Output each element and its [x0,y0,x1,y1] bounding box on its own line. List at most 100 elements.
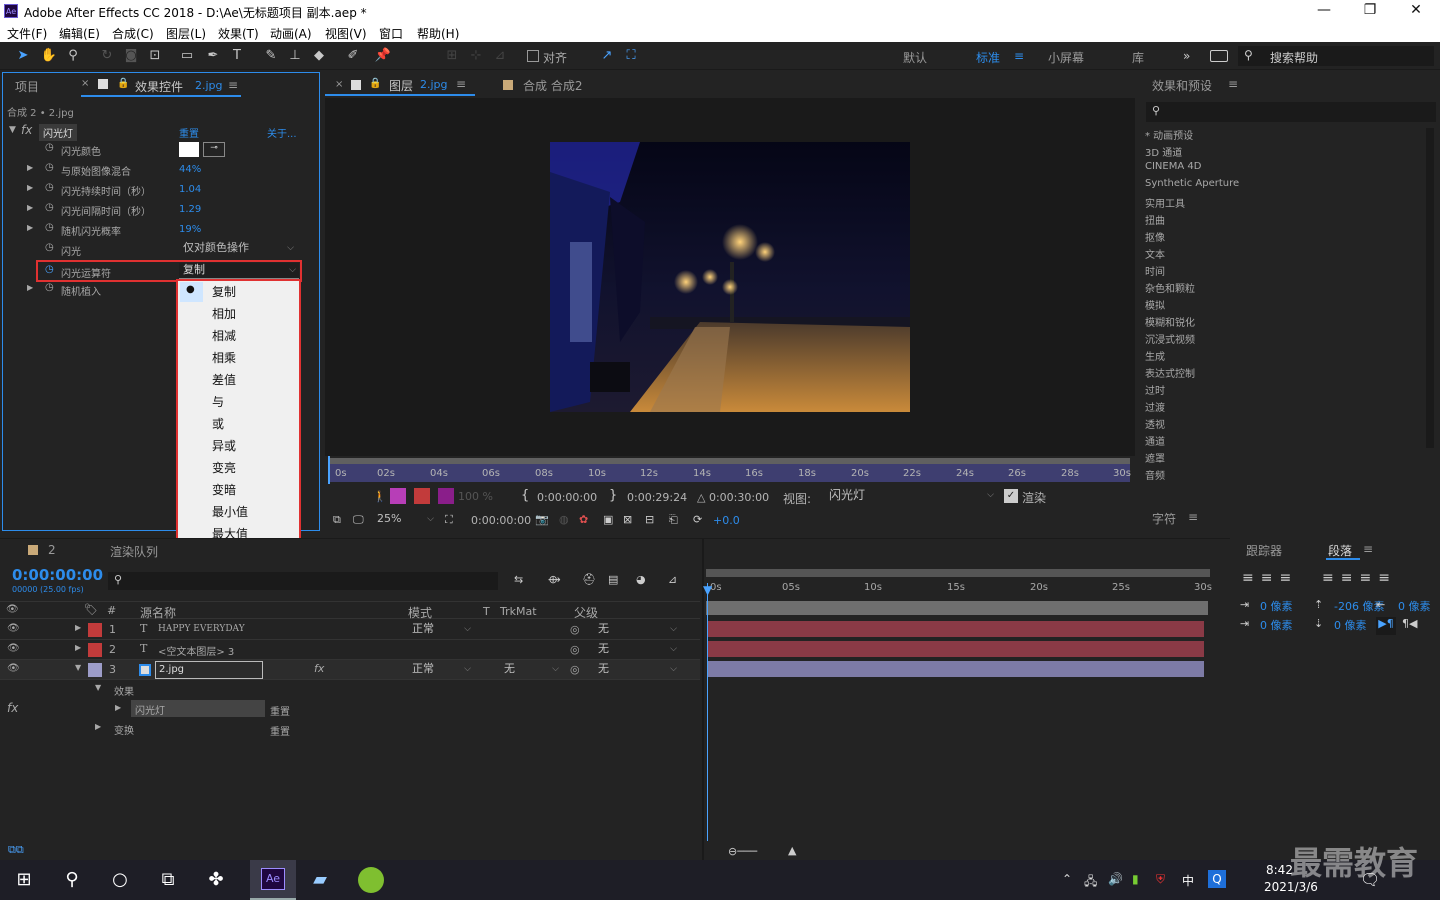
zoom-tool-icon[interactable]: ⚲ [64,47,82,65]
view-axis-icon[interactable]: ⊿ [491,47,509,65]
tab-render-queue[interactable]: 渲染队列 [110,543,158,560]
preset-item[interactable]: 扭曲 [1145,212,1165,227]
tab-layer[interactable]: 图层 [389,77,413,94]
zoom-slider[interactable]: ⊖─── [728,845,757,858]
parent-select[interactable]: 无 ⌵ [594,662,680,678]
align-buttons-icon[interactable]: ≡≡≡ [1242,570,1298,586]
prop-value[interactable]: 44% [179,164,201,175]
layer-duration-bar[interactable] [708,621,1204,637]
stopwatch-icon[interactable]: ◷ [45,202,54,213]
layer-name-edit-box[interactable]: 2.jpg [155,661,263,679]
pickwhip-icon[interactable]: ◎ [570,623,580,636]
panel-menu-icon[interactable]: ≡ [228,78,238,92]
lock-icon[interactable]: 🔒 [369,78,381,89]
dropdown-item[interactable]: 相加 [178,303,298,325]
expand-arrow-icon[interactable]: ▶ [115,703,121,712]
tab-composition[interactable]: 合成 合成2 [523,77,582,94]
fx-icon[interactable]: fx [21,123,32,137]
label-color-swatch[interactable] [88,623,102,637]
preset-item[interactable]: 通道 [1145,433,1165,448]
preset-item[interactable]: 实用工具 [1145,195,1185,210]
workspace-small-screen[interactable]: 小屏幕 [1048,49,1084,66]
tab-effect-controls[interactable]: 效果控件 [135,78,183,95]
workspace-standard[interactable]: 标准 [976,49,1000,66]
layer-name[interactable]: <空文本图层> 3 [158,643,234,658]
workspace-libraries[interactable]: 库 [1132,49,1144,66]
expand-arrow-icon[interactable]: ▼ [9,125,16,135]
layer-search-input[interactable]: ⚲ [108,572,498,590]
rotate-tool-icon[interactable]: ↻ [98,47,116,65]
transparency-grid-icon[interactable]: ⊠ [623,513,632,526]
lock-icon[interactable]: 🔒 [117,78,129,89]
ime-indicator[interactable]: 中 [1182,872,1194,889]
trkmat-select[interactable]: 无 ⌵ [500,662,562,678]
menu-help[interactable]: 帮助(H) [417,25,459,42]
dropdown-item[interactable]: 或 [178,413,298,435]
tab-paragraph[interactable]: 段落 [1328,542,1352,559]
view-select[interactable]: 闪光灯 ⌵ [825,488,997,504]
roto-brush-tool-icon[interactable]: ✐ [344,47,362,65]
in-point-time[interactable]: 0:00:00:00 [537,491,597,504]
expand-arrow-icon[interactable]: ▶ [27,183,33,192]
space-after-value[interactable]: 0 像素 [1334,617,1367,633]
preset-item[interactable]: 表达式控制 [1145,365,1195,380]
transform-row[interactable]: ▶ 变换 重置 [0,719,700,739]
melon-app-icon[interactable] [358,867,384,893]
walk-icon[interactable]: 🚶 [373,490,387,503]
expand-arrow-icon[interactable]: ▶ [27,283,33,292]
monitor-icon[interactable]: 🖵 [353,513,364,527]
close-button[interactable]: ✕ [1396,2,1436,22]
preset-item[interactable]: CINEMA 4D [1145,161,1201,172]
nvidia-icon[interactable]: ▮ [1132,872,1139,886]
menu-window[interactable]: 窗口 [379,25,403,42]
panel-menu-icon[interactable]: ≡ [1363,542,1373,556]
volume-icon[interactable]: 🔊 [1108,872,1123,886]
fx-icon[interactable]: fx [7,701,18,715]
layer-duration-bar[interactable] [708,661,1204,677]
tab-layer-file[interactable]: 2.jpg [420,78,448,91]
effect-row[interactable]: fx ▶ 闪光灯 重置 [0,699,700,719]
layer-row[interactable]: 👁 ▶ 1 T HAPPY EVERYDAY 正常 ⌵ ◎ 无 ⌵ [0,620,700,640]
eyedropper-icon[interactable]: ⊸ [203,142,225,157]
about-link[interactable]: 关于... [267,125,297,140]
reset-exposure-icon[interactable]: ⟳ [693,513,702,526]
preset-item[interactable]: 透视 [1145,416,1165,431]
set-out-point-icon[interactable]: } [609,488,617,503]
graph-editor-icon[interactable]: ⊿ [668,573,677,586]
pickwhip-icon[interactable]: ◎ [570,663,580,676]
pinwheel-app-icon[interactable]: ✤ [204,868,228,892]
reset-link[interactable]: 重置 [270,723,290,738]
pan-behind-tool-icon[interactable]: ⊡ [146,47,164,65]
maximize-button[interactable]: ❐ [1350,2,1390,22]
indent-right-value[interactable]: 0 像素 [1398,598,1431,614]
notepad-app-icon[interactable]: ▰ [308,868,332,892]
effects-search-input[interactable]: ⚲ [1146,102,1436,122]
dropdown-item[interactable]: 变亮 [178,457,298,479]
label-color-swatch[interactable] [88,663,102,677]
effect-name-box[interactable]: 闪光灯 [131,700,265,717]
mask-icon[interactable]: ⎗ [669,513,678,527]
always-preview-icon[interactable]: ⧉ [333,513,341,527]
close-tab-icon[interactable]: × [335,79,343,90]
dropdown-item[interactable]: 与 [178,391,298,413]
security-shield-icon[interactable]: ⛨ [1156,872,1165,887]
onion-skin-icon[interactable] [390,488,406,504]
indent-left-value[interactable]: 0 像素 [1260,598,1293,614]
current-time-indicator[interactable] [707,583,708,841]
stopwatch-icon[interactable]: ◷ [45,162,54,173]
tab-timeline-comp[interactable]: 2 [48,543,56,557]
clock-time[interactable]: 8:42 [1266,863,1293,877]
set-in-point-icon[interactable]: { [521,488,529,503]
prop-value[interactable]: 1.04 [179,184,201,195]
comp-mini-flowchart-icon[interactable]: ⇆ [514,573,523,586]
grid-icon[interactable]: ⊟ [645,513,654,526]
brush-tool-icon[interactable]: ✎ [262,47,280,65]
clone-stamp-tool-icon[interactable]: ⊥ [286,47,304,65]
preset-item[interactable]: * 动画预设 [1145,127,1193,142]
camera-tool-icon[interactable]: ◙ [122,47,140,65]
show-snapshot-icon[interactable]: ◍ [559,513,569,526]
visibility-eye-icon[interactable]: 👁 [7,663,20,674]
preset-item[interactable]: 音频 [1145,467,1165,482]
rtl-direction-icon[interactable]: ¶◀ [1402,617,1417,630]
snap-features-icon[interactable]: ⛶ [622,47,640,65]
